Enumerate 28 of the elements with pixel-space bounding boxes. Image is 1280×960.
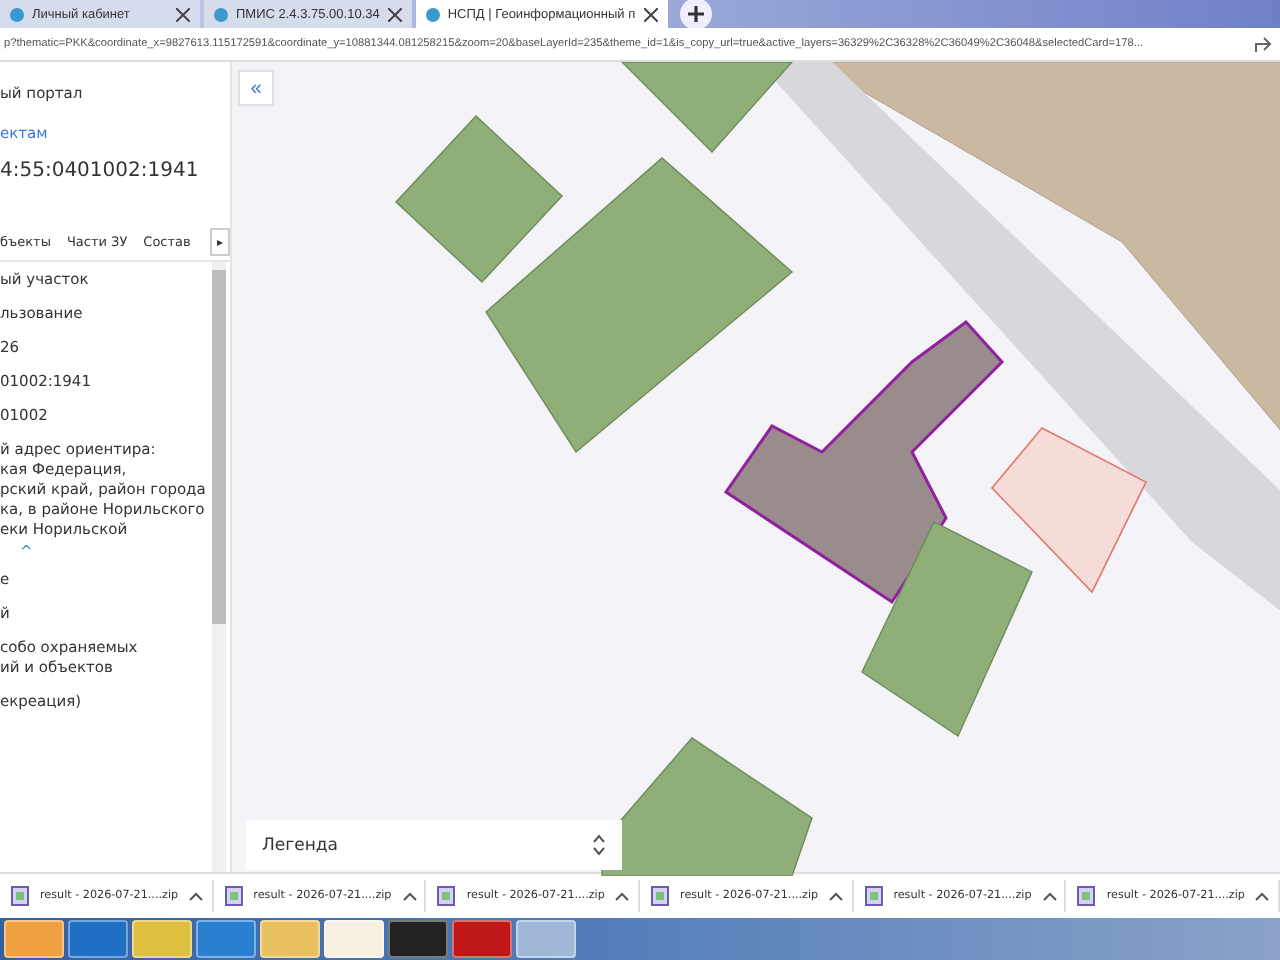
- archive-file-icon: [436, 886, 457, 906]
- caret-icon[interactable]: [614, 891, 631, 901]
- close-icon[interactable]: [176, 7, 190, 21]
- archive-file-icon: [223, 886, 244, 906]
- legend-select[interactable]: Легенда: [246, 820, 622, 870]
- caret-icon[interactable]: [1041, 891, 1058, 901]
- archive-file-icon: [863, 886, 884, 906]
- archive-file-icon: [10, 886, 30, 906]
- sort-icon: [592, 834, 606, 856]
- caret-icon[interactable]: [828, 891, 845, 901]
- selected-parcel[interactable]: [723, 320, 1005, 605]
- archive-file-icon: [650, 886, 671, 906]
- close-icon[interactable]: [387, 7, 402, 21]
- archive-file-icon: [1076, 886, 1097, 906]
- close-icon[interactable]: [643, 7, 658, 21]
- taskbar-app-icon[interactable]: [388, 920, 448, 958]
- scrollbar[interactable]: [212, 262, 226, 872]
- caret-icon[interactable]: [1254, 891, 1271, 901]
- map-view[interactable]: « Легенда: [232, 62, 1280, 872]
- favicon-icon: [425, 7, 440, 21]
- new-tab-icon[interactable]: [679, 0, 712, 30]
- cadastral-number: 4:55:0401002:1941: [0, 158, 201, 186]
- collapse-panel-button[interactable]: «: [238, 70, 274, 106]
- share-icon[interactable]: [1254, 35, 1272, 53]
- favicon-icon: [10, 7, 24, 21]
- caret-icon[interactable]: [401, 891, 418, 901]
- caret-icon[interactable]: [188, 891, 205, 901]
- favicon-icon: [214, 7, 228, 21]
